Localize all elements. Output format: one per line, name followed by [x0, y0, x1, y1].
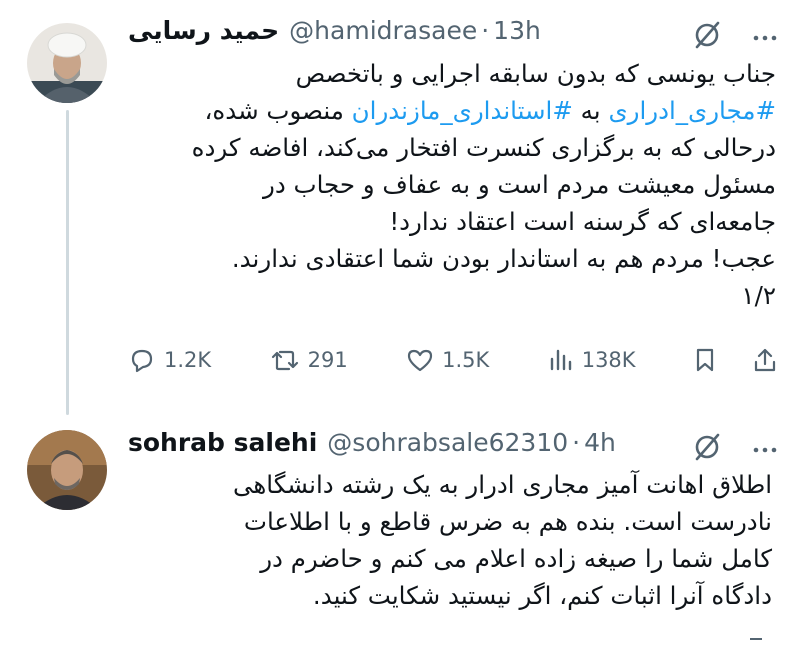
avatar-hamidrasaee[interactable]: [27, 23, 107, 103]
tweet1-header: حمید رسایی @hamidrasaee · 13h: [128, 16, 541, 45]
tweet2-line: نادرست است. بنده هم به ضرس قاطع و با اطل…: [243, 507, 772, 536]
tweet1-line: #مجاری_ادراری به #استانداری_مازندران منص…: [192, 92, 776, 129]
tweet1-text: جناب یونسی که بدون سابقه اجرایی و باتخصص…: [192, 55, 776, 314]
grok-icon[interactable]: [692, 20, 722, 54]
next-action-bar-edge: [750, 638, 762, 648]
tweet2-header-icons: [692, 432, 778, 466]
repost-count: 291: [307, 348, 348, 372]
bookmark-icon[interactable]: [694, 346, 716, 374]
tweet2-line: دادگاه آنرا اثبات کنم، اگر نیستید شکایت …: [312, 581, 772, 610]
hashtag-joiner: به: [580, 96, 601, 125]
more-icon[interactable]: [752, 28, 778, 47]
tweet2-line: اطلاق اهانت آمیز مجاری ادرار به یک رشته …: [232, 470, 772, 499]
thread-connector-line: [66, 110, 69, 415]
tweet1-line: مسئول معیشت مردم است و به عفاف و حجاب در: [262, 170, 776, 199]
tweet2-text: اطلاق اهانت آمیز مجاری ادرار به یک رشته …: [233, 466, 772, 614]
hashtag-link[interactable]: #مجاری_ادراری: [608, 96, 776, 125]
tweet2-line: کامل شما را صیغه زاده اعلام می کنم و حاض…: [260, 544, 772, 573]
tweet1-line: جامعه‌ای که گرسنه است اعتقاد ندارد!: [389, 207, 776, 236]
like-button[interactable]: 1.5K: [406, 347, 489, 373]
repost-icon: [270, 346, 300, 374]
heart-icon: [406, 347, 434, 373]
repost-button[interactable]: 291: [270, 346, 348, 374]
more-icon[interactable]: [752, 440, 778, 459]
tweet1-header-icons: [692, 20, 778, 54]
share-icon[interactable]: [752, 346, 778, 374]
tweet1-line: جناب یونسی که بدون سابقه اجرایی و باتخصص: [295, 59, 776, 88]
tweet1-line-tail: منصوب شده،: [204, 96, 344, 125]
bookmark-share-group: [694, 346, 778, 374]
tweet2-header: sohrab salehi @sohrabsale62310 · 4h: [128, 428, 616, 457]
reply-count: 1.2K: [164, 348, 212, 372]
tweet1-line: درحالی که به برگزاری کنسرت افتخار می‌کند…: [191, 133, 776, 162]
author-name[interactable]: sohrab salehi: [128, 428, 317, 457]
author-handle[interactable]: @sohrabsale62310: [327, 428, 568, 457]
like-count: 1.5K: [442, 348, 490, 372]
separator-dot: ·: [572, 428, 581, 457]
reply-button[interactable]: 1.2K: [128, 346, 211, 374]
separator-dot: ·: [481, 16, 490, 45]
views-button[interactable]: 138K: [548, 347, 636, 373]
reply-icon: [128, 346, 156, 374]
grok-icon[interactable]: [692, 432, 722, 466]
post-time[interactable]: 4h: [584, 428, 616, 457]
post-time[interactable]: 13h: [493, 16, 541, 45]
views-icon: [548, 347, 574, 373]
author-handle[interactable]: @hamidrasaee: [289, 16, 477, 45]
avatar-sohrabsale62310[interactable]: [27, 430, 107, 510]
hashtag-link[interactable]: #استانداری_مازندران: [352, 96, 573, 125]
author-name[interactable]: حمید رسایی: [128, 16, 279, 45]
tweet1-line: عجب! مردم هم به استاندار بودن شما اعتقاد…: [231, 244, 776, 273]
tweet1-action-bar: 1.2K 291 1.5K 138K: [128, 340, 778, 380]
tweet1-line: ۱/۲: [741, 281, 776, 310]
views-count: 138K: [581, 348, 636, 372]
